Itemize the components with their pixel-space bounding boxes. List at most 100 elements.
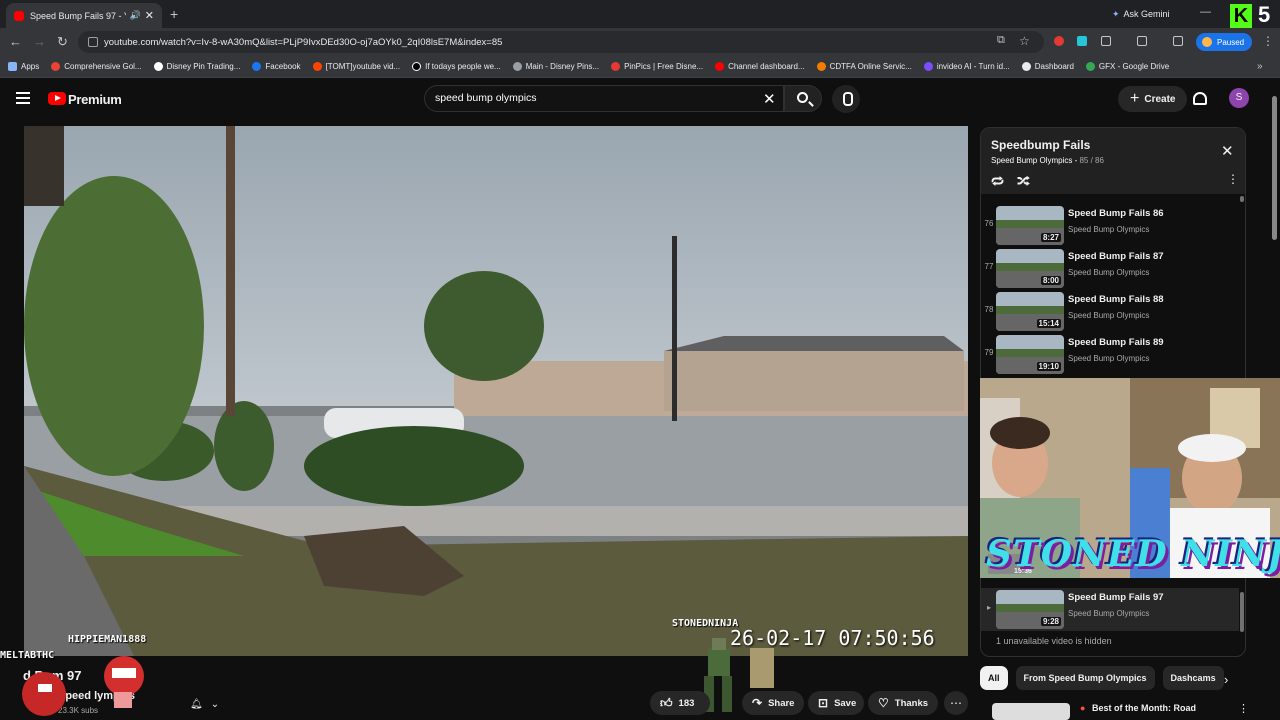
search-input[interactable]: speed bump olympics	[424, 85, 784, 112]
chip-all[interactable]: All	[980, 666, 1008, 690]
share-icon: ↷	[752, 696, 763, 710]
like-button[interactable]: 👍︎ 183	[650, 691, 710, 715]
browser-tab-active[interactable]: Speed Bump Fails 97 - YouTube 🔊 ✕	[6, 3, 162, 28]
bookmark-icon: ⊡	[818, 696, 829, 710]
playlist-menu-icon[interactable]: ⋮	[1227, 172, 1239, 186]
youtube-brand[interactable]: Premium	[68, 92, 122, 107]
bookmark-item[interactable]: Apps	[8, 62, 39, 71]
save-button[interactable]: ⊡ Save	[808, 691, 864, 715]
browser-menu-icon[interactable]: ⋮	[1262, 34, 1274, 48]
tab-title: Speed Bump Fails 97 - YouTube	[30, 10, 126, 21]
loop-icon[interactable]: 🔁︎	[991, 172, 1004, 191]
bookmark-item[interactable]: Disney Pin Trading...	[153, 62, 240, 71]
media-control-icon[interactable]	[1173, 36, 1183, 46]
clear-search-icon[interactable]: ✕	[763, 90, 776, 108]
playlist-scrollbar[interactable]	[1240, 592, 1244, 632]
recommendation-item[interactable]: ● Best of the Month: Road	[980, 700, 1260, 720]
playlist-title[interactable]: Speedbump Fails	[991, 138, 1090, 152]
playlist-item[interactable]: 77 8:00 Speed Bump Fails 87 Speed Bump O…	[981, 247, 1239, 290]
playlist-scroll-up-icon[interactable]	[1240, 196, 1244, 202]
bookmark-item[interactable]: If todays people we...	[412, 62, 501, 71]
bookmark-star-icon[interactable]: ☆	[1019, 34, 1030, 48]
audio-playing-icon[interactable]: 🔊	[130, 10, 141, 21]
video-thumbnail	[992, 703, 1070, 720]
youtube-header: Premium speed bump olympics ✕ + Create S	[0, 78, 1280, 120]
search-icon	[797, 92, 808, 103]
tab-close-icon[interactable]: ✕	[145, 9, 154, 22]
thanks-heart-icon: ♡	[878, 696, 889, 710]
more-actions-icon[interactable]: ⋯	[944, 691, 968, 715]
youtube-logo-icon[interactable]	[48, 92, 66, 105]
youtube-favicon-icon	[14, 10, 24, 21]
bookmark-item[interactable]: Facebook	[252, 62, 301, 71]
notification-settings-button[interactable]: 🔔︎ ⌄	[182, 692, 228, 716]
kick-badge: 5	[1258, 2, 1271, 27]
chip-from-channel[interactable]: From Speed Bump Olympics	[1015, 666, 1155, 690]
video-thumbnail: 8:00	[996, 249, 1064, 288]
account-avatar[interactable]: S	[1229, 88, 1249, 108]
playlist-item[interactable]: 79 19:10 Speed Bump Fails 89 Speed Bump …	[981, 333, 1239, 376]
bookmark-favicon-icon	[512, 62, 522, 71]
close-playlist-icon[interactable]: ✕	[1221, 142, 1234, 160]
reload-icon[interactable]: ↻	[57, 34, 68, 50]
chevron-right-icon[interactable]: ›	[1224, 672, 1228, 687]
bookmark-item[interactable]: CDTFA Online Servic...	[816, 62, 912, 71]
minimize-icon[interactable]: —	[1200, 6, 1211, 18]
playlist-item[interactable]: 78 15:14 Speed Bump Fails 88 Speed Bump …	[981, 290, 1239, 333]
extensions-puzzle-icon[interactable]	[1101, 36, 1111, 46]
new-tab-button[interactable]: +	[170, 6, 178, 22]
url-field[interactable]: youtube.com/watch?v=Iv-8-wA30mQ&list=PLj…	[78, 31, 1044, 53]
back-icon[interactable]: ←	[9, 34, 22, 49]
extension-red-icon[interactable]	[1054, 36, 1064, 46]
streamer-webcam-overlay: 15:36 STONED NINJA	[980, 378, 1280, 578]
search-button[interactable]	[784, 85, 822, 112]
sidepanel-icon[interactable]	[1137, 36, 1147, 46]
create-button[interactable]: + Create	[1118, 86, 1188, 112]
voice-search-icon[interactable]	[832, 85, 860, 113]
chip-dashcams[interactable]: Dashcams	[1162, 666, 1224, 690]
url-text: youtube.com/watch?v=Iv-8-wA30mQ&list=PLj…	[104, 36, 503, 48]
page-scrollbar[interactable]	[1272, 96, 1277, 240]
notifications-bell-icon[interactable]	[1193, 92, 1207, 105]
facebook-icon	[252, 62, 262, 71]
google-drive-icon	[1085, 62, 1095, 71]
bookmark-item[interactable]: Comprehensive Gol...	[51, 62, 142, 71]
bookmark-favicon-icon	[923, 62, 933, 71]
bookmark-item[interactable]: invideo AI - Turn id...	[923, 62, 1010, 71]
profile-paused-button[interactable]: Paused	[1196, 33, 1253, 51]
bookmarks-bar: Apps Comprehensive Gol... Disney Pin Tra…	[0, 56, 1280, 78]
bookmark-item[interactable]: [TOMT]youtube vid...	[312, 62, 400, 71]
shuffle-icon[interactable]: 🔀︎	[1017, 172, 1030, 191]
plus-icon: +	[1130, 90, 1140, 107]
bookmark-item[interactable]: GFX - Google Drive	[1085, 62, 1169, 71]
video-player[interactable]	[24, 126, 968, 656]
chevron-down-icon: ⌄	[210, 698, 220, 710]
recommendation-menu-icon[interactable]: ⋮	[1238, 702, 1249, 715]
apps-grid-icon	[8, 62, 17, 71]
ask-gemini-button[interactable]: ✦ Ask Gemini	[1106, 5, 1176, 23]
playlist-item-current[interactable]: ▸ 9:28 Speed Bump Fails 97 Speed Bump Ol…	[981, 588, 1239, 631]
bookmark-item[interactable]: Main - Disney Pins...	[512, 62, 599, 71]
site-info-icon[interactable]	[88, 37, 98, 47]
youtube-studio-icon	[715, 62, 725, 71]
bell-icon: 🔔︎	[190, 698, 203, 710]
forward-icon[interactable]: →	[33, 34, 46, 49]
bookmark-item[interactable]: Channel dashboard...	[715, 62, 805, 71]
recommendation-filter-chips: All From Speed Bump Olympics Dashcams	[980, 666, 1232, 690]
bookmarks-overflow-icon[interactable]: »	[1257, 61, 1263, 72]
menu-icon[interactable]	[16, 92, 30, 104]
hidden-videos-note: 1 unavailable video is hidden	[996, 636, 1112, 646]
browser-tab-strip: Speed Bump Fails 97 - YouTube 🔊 ✕ + ✦Ask…	[0, 0, 1280, 28]
share-button[interactable]: ↷ Share	[742, 691, 804, 715]
install-app-icon[interactable]: ⧉	[997, 34, 1005, 47]
thanks-button[interactable]: ♡ Thanks	[868, 691, 938, 715]
playlist-item[interactable]: 76 8:27 Speed Bump Fails 86 Speed Bump O…	[981, 204, 1239, 247]
bookmark-item[interactable]: PinPics | Free Disne...	[611, 62, 703, 71]
bookmark-item[interactable]: Dashboard	[1021, 62, 1074, 71]
bookmark-favicon-icon	[611, 62, 621, 71]
knuckles-sprite-overlay	[22, 656, 144, 716]
playlist-header: Speedbump Fails Speed Bump Olympics - 85…	[981, 128, 1245, 194]
video-thumbnail: 8:27	[996, 206, 1064, 245]
stream-viewer-name: HIPPIEMAN1888	[68, 634, 147, 645]
extension-teal-icon[interactable]	[1077, 36, 1087, 46]
